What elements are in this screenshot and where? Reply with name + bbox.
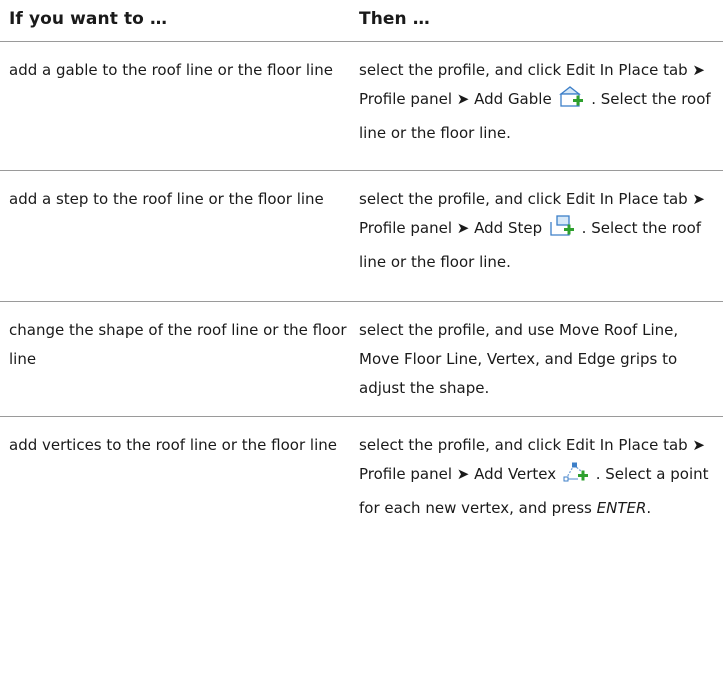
action-cell: select the profile, and click Edit In Pl… [357,42,723,170]
table-row: add vertices to the roof line or the flo… [0,417,723,575]
enter-key: ENTER [596,499,647,517]
action-text: . [646,499,652,517]
condition-cell: add a step to the roof line or the floor… [9,190,324,208]
condition-cell: change the shape of the roof line or the… [9,321,347,368]
add-vertex-icon [563,460,589,494]
table-row: add a gable to the roof line or the floo… [0,42,723,171]
table-row: change the shape of the roof line or the… [0,302,723,417]
condition-cell: add a gable to the roof line or the floo… [9,61,333,79]
table-header: If you want to … Then … [0,0,723,42]
action-cell: select the profile, and use Move Roof Li… [359,321,679,397]
table-row: add a step to the roof line or the floor… [0,171,723,302]
header-condition: If you want to … [9,9,168,29]
action-cell: select the profile, and click Edit In Pl… [357,171,723,301]
add-step-icon [549,214,575,248]
action-cell: select the profile, and click Edit In Pl… [357,417,723,575]
header-action: Then … [359,9,430,29]
condition-cell: add vertices to the roof line or the flo… [9,436,337,454]
instruction-table: If you want to … Then … add a gable to t… [0,0,723,575]
add-gable-icon [558,85,584,119]
